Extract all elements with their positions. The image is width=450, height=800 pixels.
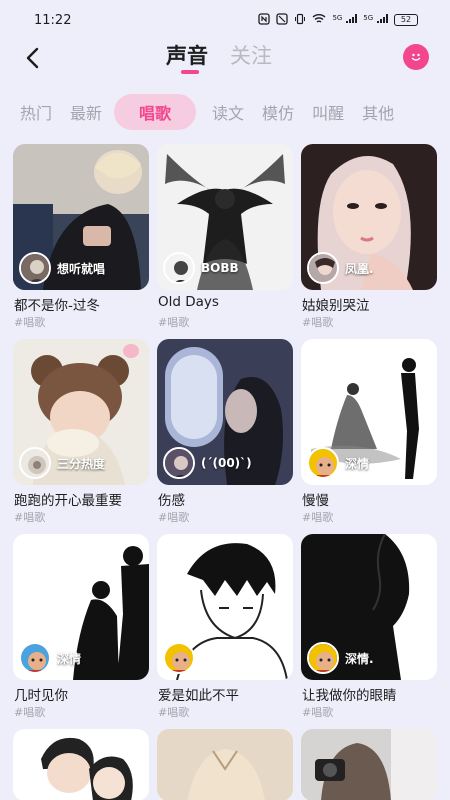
subtab-sing[interactable]: 唱歌 xyxy=(114,94,197,130)
avatar[interactable] xyxy=(163,642,195,674)
top-header: 声音 关注 xyxy=(0,36,450,82)
wifi-icon xyxy=(312,13,326,27)
song-title: Old Days xyxy=(158,294,219,310)
tab-voice[interactable]: 声音 xyxy=(166,40,208,70)
singer-name: 深情 xyxy=(57,651,82,666)
subtab-other[interactable]: 其他 xyxy=(362,100,394,124)
status-time: 11:22 xyxy=(34,12,72,28)
song-card[interactable]: 深情 慢慢 #唱歌 xyxy=(301,339,437,529)
singer-name: 想听就唱 xyxy=(57,261,106,276)
avatar[interactable] xyxy=(19,642,51,674)
singer-info: 深情 xyxy=(307,447,369,479)
song-card[interactable] xyxy=(13,729,149,800)
category-tabs: 热门 最新 唱歌 读文 模仿 叫醒 其他 xyxy=(0,92,450,132)
song-card[interactable]: (´(00)`) 伤感 #唱歌 xyxy=(157,339,293,529)
boy-hoodie-bed-image: 想听就唱 xyxy=(13,144,149,290)
girl-portrait-pink-image: 凤凰. xyxy=(301,144,437,290)
battery-icon: 52 xyxy=(394,14,418,26)
subtab-imitate[interactable]: 模仿 xyxy=(262,100,294,124)
song-card[interactable]: 深情. 让我做你的眼睛 #唱歌 xyxy=(301,534,437,724)
couple-ink-sketch-image: 深情 xyxy=(301,339,437,485)
song-tag: #唱歌 xyxy=(158,511,190,524)
song-title: 让我做你的眼睛 xyxy=(302,688,397,704)
song-card[interactable]: 三分热度 跑跑的开心最重要 #唱歌 xyxy=(13,339,149,529)
back-arrow-icon xyxy=(26,47,39,69)
main-tabs: 声音 关注 xyxy=(166,40,272,70)
signal-label-1: 5G xyxy=(332,14,343,22)
girl-camera-image xyxy=(301,729,437,800)
singer-name: 三分热度 xyxy=(57,456,106,471)
singer-name: 深情. xyxy=(345,651,374,666)
signal-icon-1: 5G xyxy=(332,13,358,27)
song-card[interactable] xyxy=(157,729,293,800)
vibrate-icon xyxy=(294,13,306,28)
battery-level: 52 xyxy=(400,15,412,24)
avatar[interactable] xyxy=(163,252,195,284)
singer-info: (´(00)`) xyxy=(163,447,252,479)
singer-info: 深情. xyxy=(307,642,374,674)
girl-bear-hat-image: 三分热度 xyxy=(13,339,149,485)
song-tag: #唱歌 xyxy=(158,316,190,329)
song-title: 爱是如此不平 xyxy=(158,688,239,704)
subtab-read[interactable]: 读文 xyxy=(212,100,244,124)
active-tab-indicator xyxy=(181,70,199,74)
song-tag: #唱歌 xyxy=(302,511,334,524)
song-card[interactable]: 凤凰. 姑娘别哭泣 #唱歌 xyxy=(301,144,437,334)
singer-info: 深情 xyxy=(19,642,81,674)
nfc-icon xyxy=(258,12,271,28)
song-tag: #唱歌 xyxy=(14,316,46,329)
boy-pixel-sketch-image xyxy=(157,534,293,680)
boy-shirt-image xyxy=(157,729,293,800)
song-tag: #唱歌 xyxy=(302,706,334,719)
song-title: 伤感 xyxy=(158,493,185,509)
subtab-latest[interactable]: 最新 xyxy=(70,100,102,124)
subtab-wakeup[interactable]: 叫醒 xyxy=(312,100,344,124)
avatar[interactable] xyxy=(163,447,195,479)
status-bar: 11:22 5G 5G 52 xyxy=(0,0,450,40)
singer-name: BOBB xyxy=(201,261,239,275)
signal-label-2: 5G xyxy=(363,14,374,22)
song-tag: #唱歌 xyxy=(14,706,46,719)
song-title: 姑娘别哭泣 xyxy=(302,298,370,314)
singer-info: 想听就唱 xyxy=(19,252,105,284)
back-button[interactable] xyxy=(18,44,46,72)
song-title: 都不是你-过冬 xyxy=(14,298,100,314)
signal-icon-2: 5G xyxy=(363,13,388,27)
mute-icon xyxy=(276,12,289,28)
song-tag: #唱歌 xyxy=(14,511,46,524)
song-title: 跑跑的开心最重要 xyxy=(14,493,122,509)
cartoon-couple-image xyxy=(13,729,149,800)
avatar[interactable] xyxy=(19,447,51,479)
avatar[interactable] xyxy=(307,447,339,479)
girl-silhouette-image: 深情. xyxy=(301,534,437,680)
girl-plane-window-image: (´(00)`) xyxy=(157,339,293,485)
song-card[interactable]: 爱是如此不平 #唱歌 xyxy=(157,534,293,724)
tab-follow[interactable]: 关注 xyxy=(230,40,272,70)
profile-button[interactable] xyxy=(403,44,429,70)
status-icons: 5G 5G 52 xyxy=(258,12,418,28)
singer-name: 深情 xyxy=(345,456,370,471)
singer-info: BOBB xyxy=(163,252,239,284)
song-card[interactable]: 深情 几时见你 #唱歌 xyxy=(13,534,149,724)
song-card[interactable]: 想听就唱 都不是你-过冬 #唱歌 xyxy=(13,144,149,334)
song-card[interactable]: BOBB Old Days #唱歌 xyxy=(157,144,293,334)
singer-name: 凤凰. xyxy=(345,261,374,276)
song-title: 慢慢 xyxy=(302,493,329,509)
song-card[interactable] xyxy=(301,729,437,800)
avatar[interactable] xyxy=(307,252,339,284)
singer-info: 三分热度 xyxy=(19,447,105,479)
singer-info xyxy=(163,642,201,674)
subtab-hot[interactable]: 热门 xyxy=(20,100,52,124)
couple-silhouette-image: 深情 xyxy=(13,534,149,680)
avatar[interactable] xyxy=(19,252,51,284)
singer-info: 凤凰. xyxy=(307,252,374,284)
dark-angel-art-image: BOBB xyxy=(157,144,293,290)
singer-name: (´(00)`) xyxy=(201,456,252,470)
smiley-face-icon xyxy=(411,53,421,61)
song-title: 几时见你 xyxy=(14,688,68,704)
song-tag: #唱歌 xyxy=(302,316,334,329)
avatar[interactable] xyxy=(307,642,339,674)
song-tag: #唱歌 xyxy=(158,706,190,719)
